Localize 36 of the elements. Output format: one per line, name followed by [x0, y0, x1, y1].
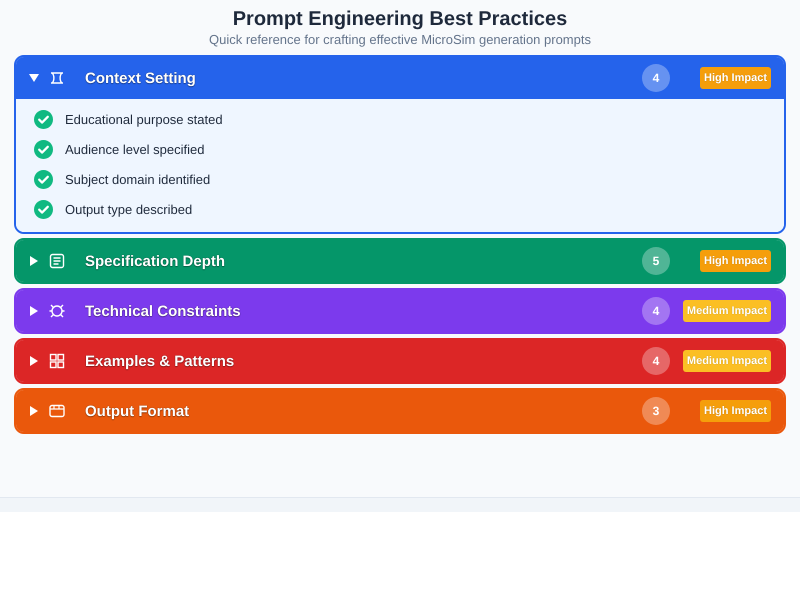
count-badge: 4 [642, 347, 670, 375]
section-title: Specification Depth [85, 252, 226, 270]
checklist-item: Subject domain identified [65, 172, 210, 186]
section-header[interactable]: Specification Depth 5 High Impact [16, 240, 784, 282]
impact-badge: High Impact [700, 250, 771, 272]
section-header[interactable]: Technical Constraints 4 Medium Impact [16, 290, 784, 332]
page-subtitle: Quick reference for crafting effective MicroSim generation prompts [208, 32, 592, 48]
checklist-item: Audience level specified [65, 142, 204, 156]
impact-badge: High Impact [700, 67, 771, 89]
count-badge: 5 [642, 247, 670, 275]
caret-icon [30, 256, 38, 266]
document-icon [49, 253, 65, 269]
caret-icon [30, 306, 38, 316]
caret-icon [29, 74, 39, 82]
hourglass-icon [49, 70, 65, 86]
section-title: Technical Constraints [85, 302, 242, 320]
section-header[interactable]: Output Format 3 High Impact [16, 390, 784, 432]
impact-badge: Medium Impact [682, 300, 771, 322]
section-title: Examples & Patterns [85, 352, 236, 370]
impact-badge: Medium Impact [682, 350, 771, 372]
section-title: Context Setting [85, 70, 197, 86]
caret-icon [30, 356, 38, 366]
count-badge: 4 [642, 64, 670, 92]
section-header[interactable]: Examples & Patterns 4 Medium Impact [16, 340, 784, 382]
count-badge: 4 [642, 297, 670, 325]
section-header[interactable]: Context Setting 4 High Impact [16, 57, 784, 99]
count-badge: 3 [642, 397, 670, 425]
section-title: Output Format [85, 402, 190, 420]
impact-badge: High Impact [700, 400, 771, 422]
window-icon [49, 403, 65, 419]
checklist-item: Output type described [65, 202, 192, 216]
gear-icon [49, 303, 65, 319]
page-title: Prompt Engineering Best Practices [232, 7, 568, 32]
caret-icon [30, 406, 38, 416]
checklist-item: Educational purpose stated [65, 112, 223, 126]
grid-icon [49, 353, 65, 369]
